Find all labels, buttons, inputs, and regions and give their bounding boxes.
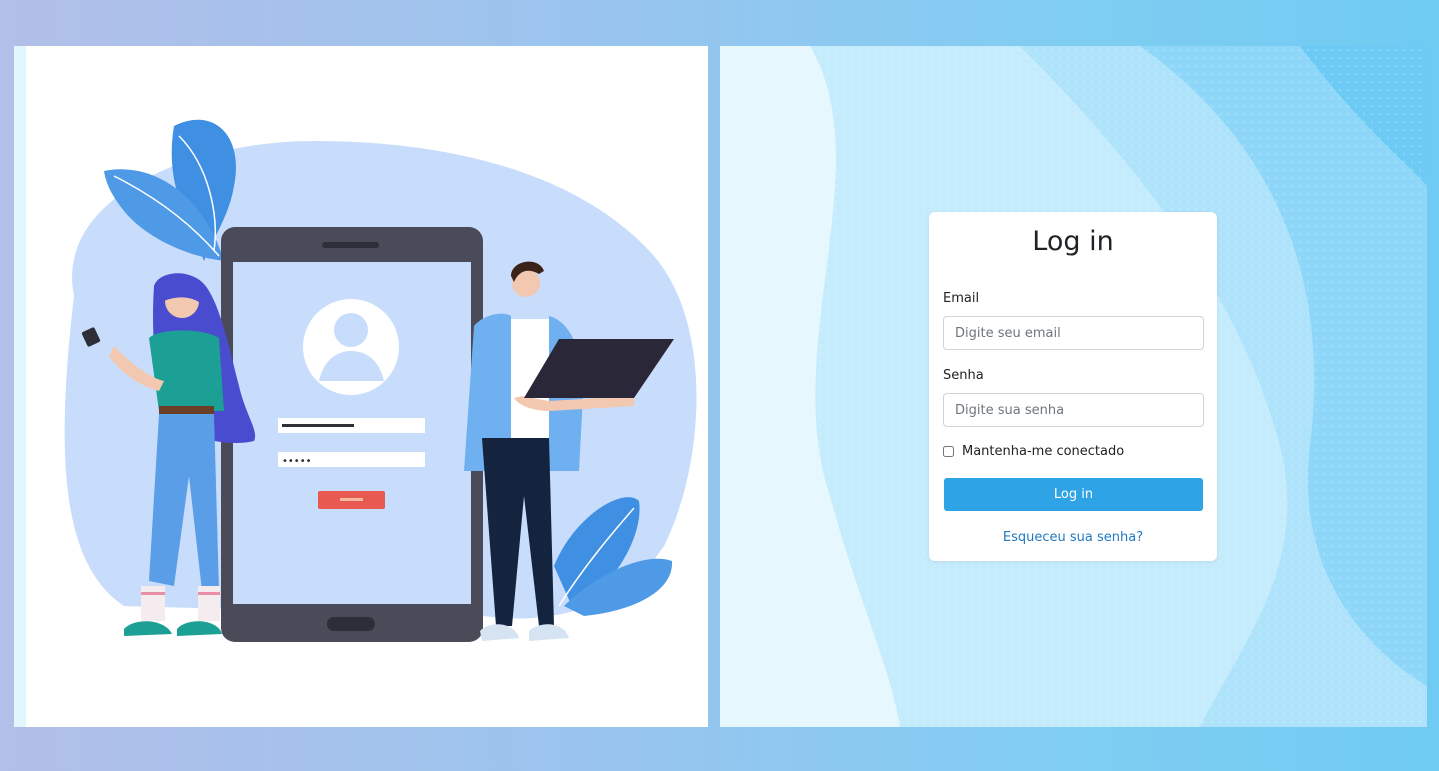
remember-label: Mantenha-me conectado <box>962 444 1125 459</box>
login-card: Log in Email Senha Mantenha-me conectado… <box>929 212 1217 561</box>
email-label: Email <box>943 291 980 306</box>
login-illustration: ••••• <box>64 119 697 642</box>
email-field[interactable] <box>943 316 1204 350</box>
login-title: Log in <box>1032 226 1114 257</box>
remember-me[interactable]: Mantenha-me conectado <box>943 444 1124 459</box>
password-field[interactable] <box>943 393 1204 427</box>
login-button[interactable]: Log in <box>944 478 1203 511</box>
panel-edge-strip <box>14 46 26 727</box>
password-label: Senha <box>943 368 984 383</box>
password-mask: ••••• <box>282 456 312 467</box>
illustration-panel: ••••• <box>14 46 708 727</box>
remember-checkbox[interactable] <box>943 446 954 457</box>
forgot-password-link[interactable]: Esqueceu sua senha? <box>929 530 1217 545</box>
